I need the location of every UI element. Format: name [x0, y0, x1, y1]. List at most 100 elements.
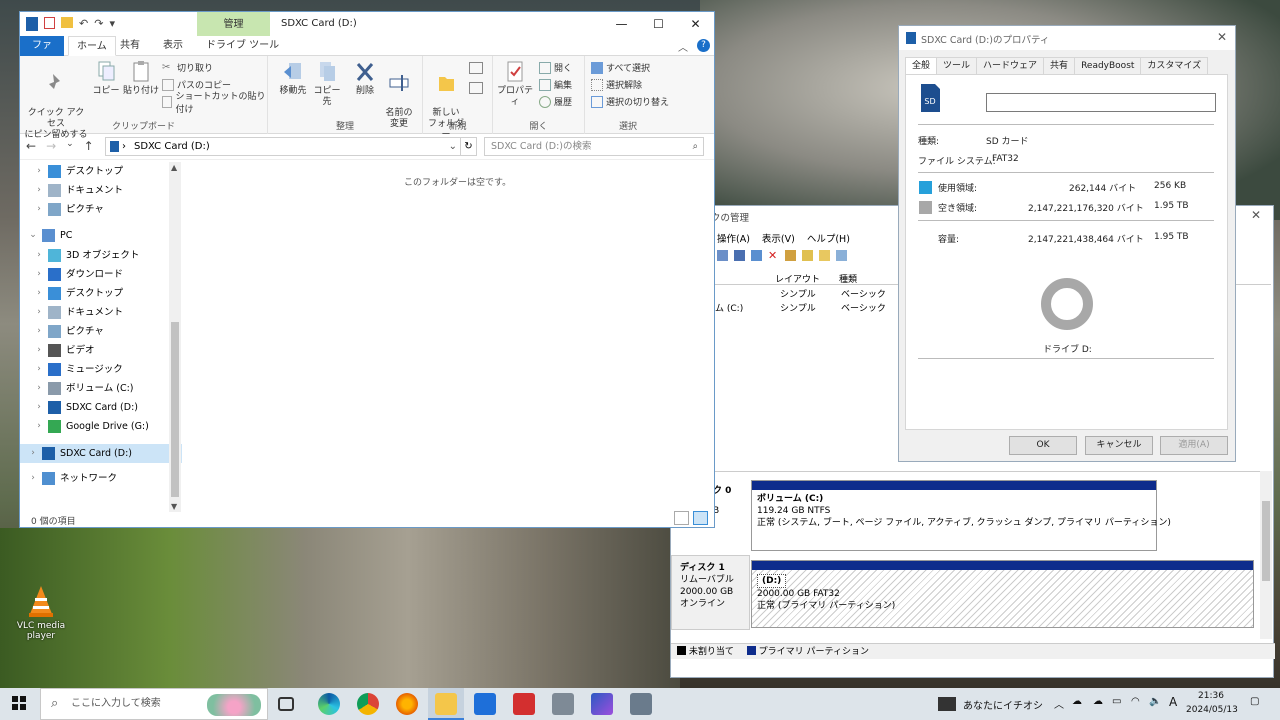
chevron-right-icon[interactable]: ›	[30, 398, 48, 417]
collapse-ribbon-icon[interactable]: ︿	[678, 39, 688, 54]
store-icon[interactable]	[474, 693, 496, 715]
dm-menu-action[interactable]: 操作(A)	[717, 231, 750, 245]
chevron-right-icon[interactable]: ›	[30, 265, 48, 284]
nav-item[interactable]: › ドキュメント	[20, 181, 182, 200]
new-item-icon[interactable]	[469, 62, 483, 74]
dm-scrollbar[interactable]	[1260, 471, 1272, 639]
disk-management-icon[interactable]	[630, 693, 652, 715]
acrobat-icon[interactable]	[513, 693, 535, 715]
nav-item[interactable]: › SDXC Card (D:)	[20, 398, 182, 417]
show-hidden-icons-icon[interactable]: ︿	[1054, 696, 1064, 711]
news-widget-label[interactable]: あなたにイチオシ	[963, 697, 1043, 712]
tab-customize[interactable]: カスタマイズ	[1140, 57, 1209, 74]
tab-hardware[interactable]: ハードウェア	[976, 57, 1045, 74]
nav-item[interactable]: › ビデオ	[20, 341, 182, 360]
chevron-right-icon[interactable]: ›	[30, 284, 48, 303]
context-tab-manage[interactable]: 管理	[197, 12, 270, 36]
refresh-icon[interactable]: ↻	[461, 137, 477, 156]
cut-button[interactable]: ✂ 切り取り	[162, 59, 213, 76]
nav-item[interactable]: › ミュージック	[20, 360, 182, 379]
move-to-button[interactable]: 移動先	[276, 60, 310, 97]
properties-icon[interactable]	[751, 250, 762, 261]
details-view-icon[interactable]	[674, 511, 689, 525]
ok-button[interactable]: OK	[1009, 436, 1077, 455]
undo-icon[interactable]: ↶	[79, 17, 88, 31]
help-icon[interactable]: ?	[697, 39, 710, 52]
windows-start-icon[interactable]	[12, 696, 26, 710]
nav-item[interactable]: › Google Drive (G:)	[20, 417, 182, 436]
recent-chevron-icon[interactable]: ⌄	[66, 139, 74, 153]
folder-up-icon[interactable]	[802, 250, 813, 261]
redo-icon[interactable]: ↷	[94, 17, 103, 31]
folder-search-icon[interactable]	[819, 250, 830, 261]
nav-item[interactable]: › ピクチャ	[20, 200, 182, 219]
clock-time[interactable]: 21:36	[1198, 691, 1224, 701]
nav-item[interactable]: › デスクトップ	[20, 284, 182, 303]
chevron-right-icon[interactable]: ›	[30, 303, 48, 322]
volume-c-box[interactable]: ボリューム (C:) 119.24 GB NTFS 正常 (システム, ブート,…	[751, 480, 1171, 551]
forward-icon[interactable]: →	[46, 139, 56, 153]
ime-indicator[interactable]: A	[1169, 695, 1177, 709]
desktop-icon-vlc[interactable]: VLC media player	[4, 584, 78, 641]
scroll-thumb[interactable]	[171, 322, 179, 497]
search-input[interactable]: SDXC Card (D:)の検索 ⌕	[484, 137, 704, 156]
scroll-up-icon[interactable]: ▲	[171, 163, 177, 172]
chevron-right-icon[interactable]: ›	[30, 322, 48, 341]
task-view-icon[interactable]	[278, 697, 294, 711]
copy-button[interactable]: コピー	[90, 60, 122, 97]
nav-scrollbar[interactable]: ▲ ▼	[169, 162, 181, 512]
camera-app-icon[interactable]	[552, 693, 574, 715]
clock-date[interactable]: 2024/05/13	[1186, 705, 1238, 715]
tab-sharing[interactable]: 共有	[1043, 57, 1076, 74]
invert-selection-button[interactable]: 選択の切り替え	[591, 93, 669, 110]
chevron-down-icon[interactable]: ▾	[109, 17, 115, 31]
chevron-right-icon[interactable]: ›	[24, 469, 42, 488]
chevron-right-icon[interactable]: ›	[30, 246, 48, 265]
nav-item[interactable]: › ボリューム (C:)	[20, 379, 182, 398]
col-layout[interactable]: レイアウト	[775, 272, 820, 285]
delete-button[interactable]: 削除	[350, 60, 380, 97]
photos-icon[interactable]	[591, 693, 613, 715]
select-none-button[interactable]: 選択解除	[591, 76, 642, 93]
tab-tools[interactable]: ツール	[936, 57, 978, 74]
file-explorer-icon[interactable]	[435, 693, 457, 715]
check-icon[interactable]	[785, 250, 796, 261]
wifi-icon[interactable]: ◠	[1131, 696, 1140, 707]
tab-general[interactable]: 全般	[905, 57, 938, 75]
chrome-icon[interactable]	[357, 693, 379, 715]
chevron-right-icon[interactable]: ›	[30, 200, 48, 219]
paste-button[interactable]: 貼り付け	[123, 60, 159, 97]
help-icon[interactable]	[734, 250, 745, 261]
volume-icon[interactable]: 🔈	[1149, 696, 1161, 707]
tab-file[interactable]: ファイル	[20, 36, 64, 71]
chevron-right-icon[interactable]: ›	[30, 360, 48, 379]
volume-d-box[interactable]: (D:) 2000.00 GB FAT32 正常 (プライマリ パーティション)	[751, 560, 1254, 628]
back-icon[interactable]: ←	[26, 139, 36, 153]
firefox-icon[interactable]	[396, 693, 418, 715]
nav-item[interactable]: › ドキュメント	[20, 303, 182, 322]
battery-icon[interactable]: ▭	[1112, 696, 1121, 707]
tab-drive-tools[interactable]: ドライブ ツール	[198, 36, 287, 56]
apply-button[interactable]: 適用(A)	[1160, 436, 1228, 455]
nav-item[interactable]: › ダウンロード	[20, 265, 182, 284]
delete-icon[interactable]: ✕	[768, 250, 779, 261]
tab-view[interactable]: 表示	[155, 36, 191, 56]
chevron-down-icon[interactable]: ⌄	[24, 226, 42, 245]
tab-home[interactable]: ホーム	[68, 36, 116, 56]
new-folder-icon[interactable]	[61, 17, 73, 28]
dm-menu-view[interactable]: 表示(V)	[762, 231, 795, 245]
nav-item[interactable]: ⌄ PC	[20, 226, 182, 245]
open-button[interactable]: 開く	[539, 59, 572, 76]
chevron-right-icon[interactable]: ›	[30, 341, 48, 360]
tab-share[interactable]: 共有	[112, 36, 148, 56]
nav-item[interactable]: › ネットワーク	[20, 469, 182, 488]
properties-icon[interactable]	[44, 17, 55, 29]
chevron-right-icon[interactable]: ›	[30, 162, 48, 181]
close-icon[interactable]: ✕	[1217, 30, 1227, 44]
news-widget-icon[interactable]	[938, 697, 956, 711]
chevron-right-icon[interactable]: ›	[30, 181, 48, 200]
nav-item[interactable]: › SDXC Card (D:)	[20, 444, 182, 463]
onedrive-icon[interactable]: ☁	[1072, 696, 1082, 707]
taskbar-search-box[interactable]: ⌕ ここに入力して検索	[40, 688, 268, 720]
col-type[interactable]: 種類	[839, 272, 857, 285]
